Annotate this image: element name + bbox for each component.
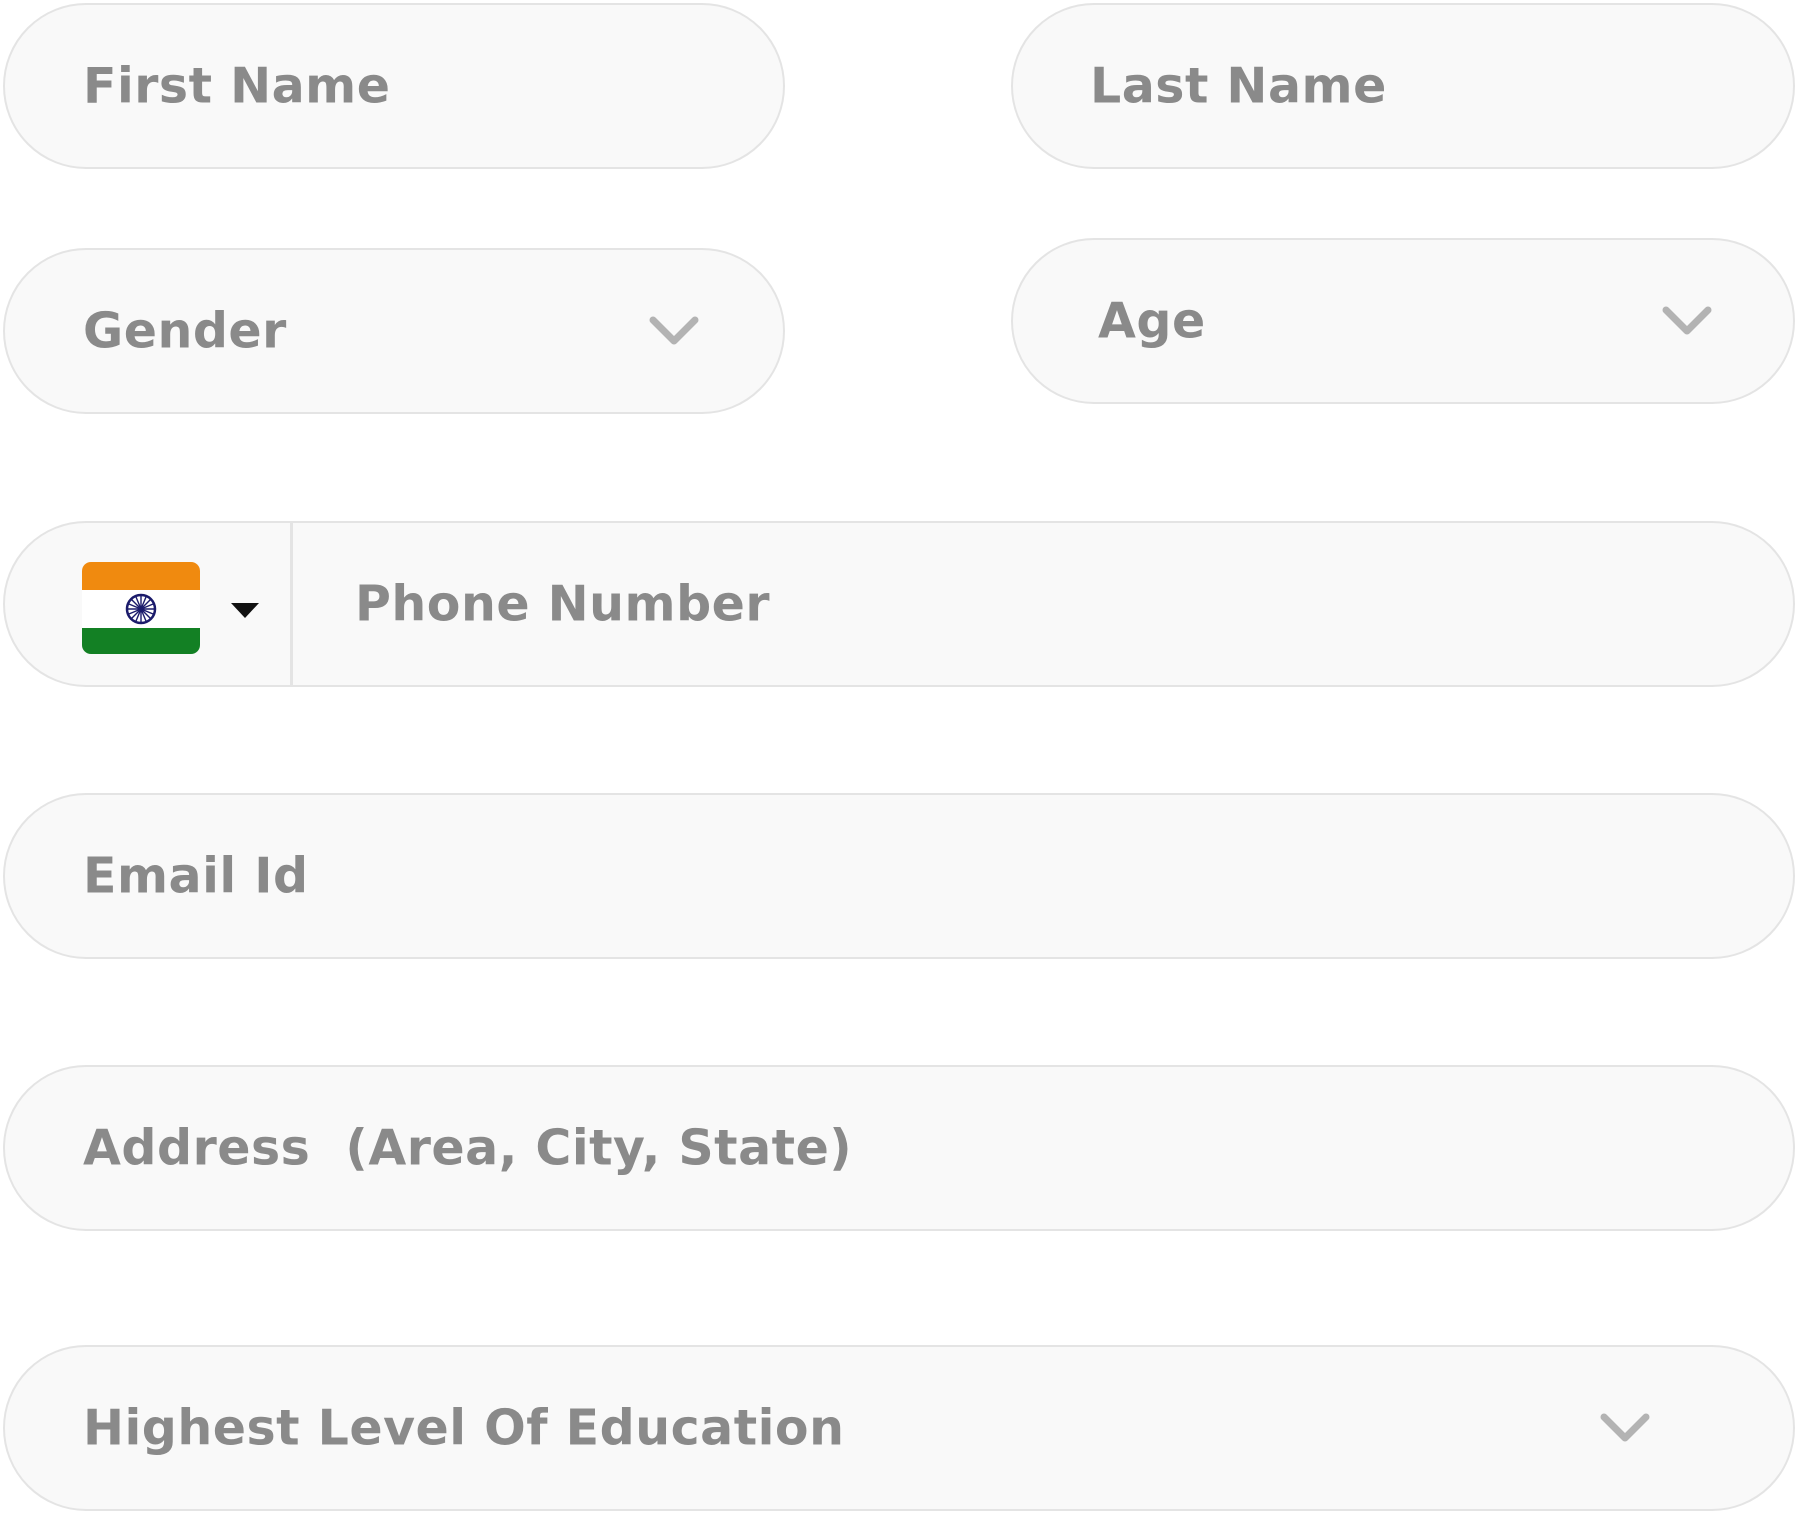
chevron-down-icon — [1662, 306, 1712, 335]
age-select[interactable]: Age — [1011, 238, 1795, 404]
address-placeholder: Address (Area, City, State) — [83, 1119, 853, 1177]
phone-placeholder: Phone Number — [355, 575, 771, 633]
education-select[interactable]: Highest Level Of Education — [3, 1345, 1795, 1511]
chevron-down-icon — [1600, 1413, 1650, 1442]
phone-divider — [290, 523, 293, 685]
address-field[interactable]: Address (Area, City, State) — [3, 1065, 1795, 1231]
first-name-placeholder: First Name — [83, 57, 391, 115]
email-placeholder: Email Id — [83, 847, 309, 905]
phone-field[interactable]: Phone Number — [3, 521, 1795, 687]
chevron-down-icon — [649, 316, 699, 345]
email-field[interactable]: Email Id — [3, 793, 1795, 959]
last-name-field[interactable]: Last Name — [1011, 3, 1795, 169]
education-placeholder: Highest Level Of Education — [83, 1399, 845, 1457]
age-placeholder: Age — [1098, 292, 1206, 350]
last-name-placeholder: Last Name — [1090, 57, 1387, 115]
caret-down-icon — [231, 603, 259, 618]
country-code-selector[interactable] — [5, 523, 290, 685]
first-name-field[interactable]: First Name — [3, 3, 785, 169]
gender-select[interactable]: Gender — [3, 248, 785, 414]
india-flag-icon — [82, 562, 200, 654]
gender-placeholder: Gender — [83, 302, 287, 360]
